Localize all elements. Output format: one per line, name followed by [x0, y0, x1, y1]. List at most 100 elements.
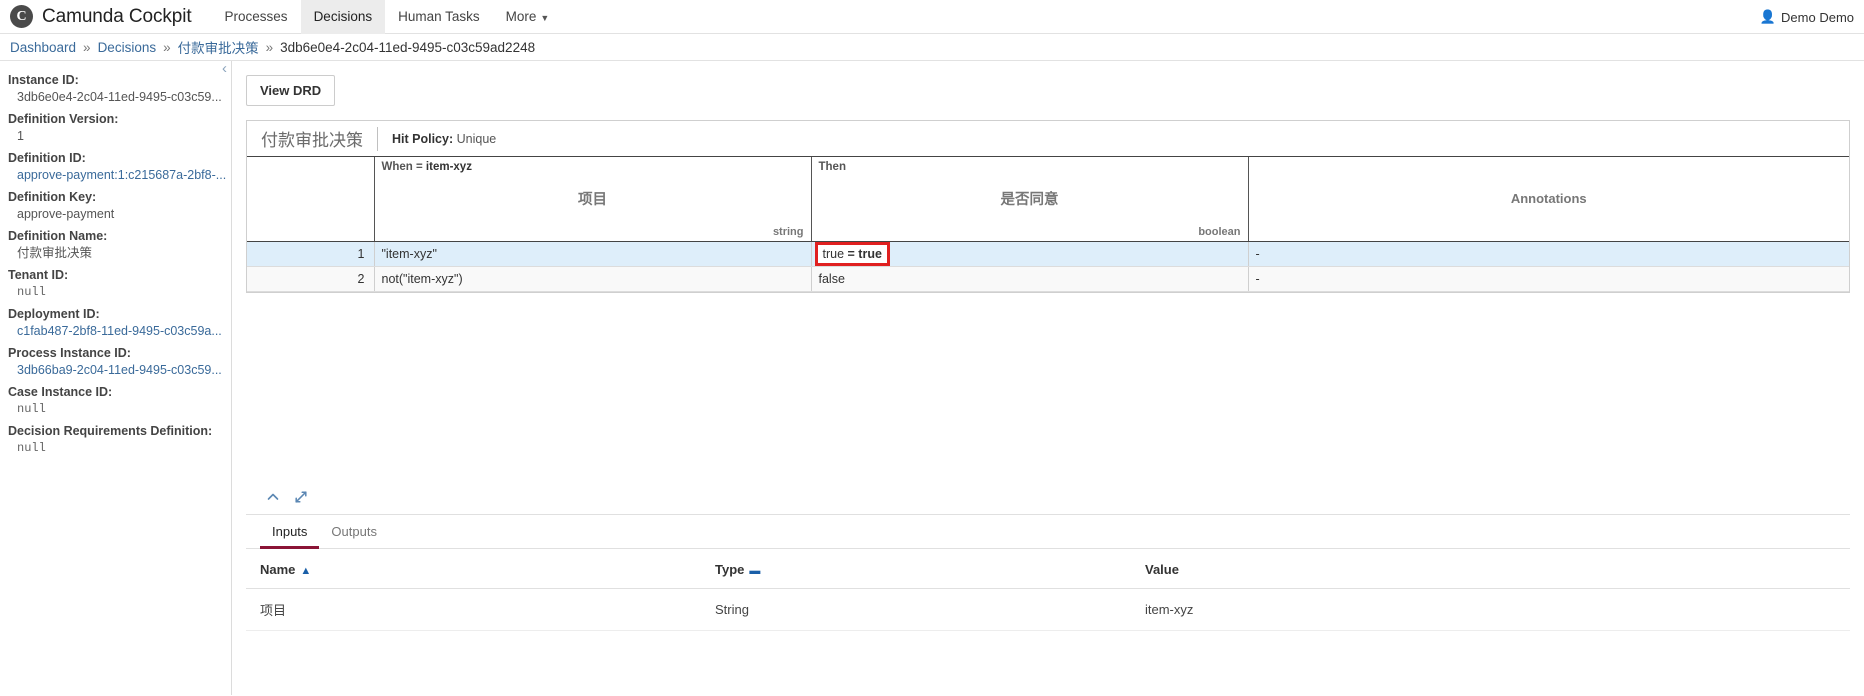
tab-inputs[interactable]: Inputs: [260, 515, 320, 550]
output-column-type: boolean: [1198, 225, 1241, 238]
user-menu[interactable]: 👤 Demo Demo: [1760, 0, 1854, 34]
column-header-type[interactable]: Type ▬: [701, 549, 1131, 590]
property-value-link[interactable]: c1fab487-2bf8-11ed-9495-c03c59a...: [8, 323, 231, 339]
input-when-label: When =: [381, 161, 423, 173]
brand[interactable]: C Camunda Cockpit: [10, 5, 192, 28]
property-label: Case Instance ID:: [8, 385, 113, 399]
property-label: Instance ID:: [8, 73, 79, 87]
primary-nav: Processes Decisions Human Tasks More ▼: [212, 0, 563, 34]
property-deployment-id: Deployment ID: c1fab487-2bf8-11ed-9495-c…: [8, 306, 231, 339]
property-label: Decision Requirements Definition:: [8, 424, 213, 438]
rule-input-cell[interactable]: not("item-xyz"): [374, 266, 812, 292]
hit-policy: Hit Policy: Unique: [378, 132, 496, 146]
property-process-instance-id: Process Instance ID: 3db66ba9-2c04-11ed-…: [8, 345, 231, 378]
property-label: Definition Version:: [8, 112, 119, 126]
property-definition-name: Definition Name: 付款审批决策: [8, 228, 231, 261]
breadcrumb-separator: »: [83, 39, 91, 55]
camunda-logo-icon: C: [10, 5, 33, 28]
input-column-title: 项目: [578, 192, 607, 209]
property-case-instance-id: Case Instance ID: null: [8, 384, 231, 417]
user-icon: 👤: [1759, 9, 1777, 24]
view-drd-button[interactable]: View DRD: [246, 75, 336, 106]
panel-toolbar: [260, 486, 1850, 508]
column-header-input[interactable]: When = item-xyz 项目 string: [374, 157, 812, 242]
nav-item-human-tasks[interactable]: Human Tasks: [385, 0, 493, 34]
nav-item-decisions[interactable]: Decisions: [300, 0, 386, 34]
rule-output-cell[interactable]: false: [811, 266, 1249, 292]
property-value: null: [17, 441, 46, 455]
inputs-table-header-row: Name ▲ Type ▬ Value: [246, 549, 1850, 590]
column-header-index: [247, 157, 375, 242]
breadcrumb-item-decisions[interactable]: Decisions: [98, 40, 157, 55]
property-instance-id: Instance ID: 3db6e0e4-2c04-11ed-9495-c03…: [8, 72, 231, 105]
rule-output-cell[interactable]: true = true: [811, 241, 1249, 267]
user-name: Demo Demo: [1781, 9, 1854, 25]
sidebar-collapse-icon[interactable]: ‹: [222, 61, 227, 76]
table-row[interactable]: 2 not("item-xyz") false -: [247, 266, 1849, 292]
decision-table: 付款审批决策 Hit Policy: Unique When = item-xy…: [246, 120, 1850, 293]
main-content: View DRD 付款审批决策 Hit Policy: Unique When …: [232, 61, 1864, 695]
breadcrumb: Dashboard » Decisions » 付款审批决策 » 3db6e0e…: [0, 34, 1864, 61]
rule-index: 1: [247, 241, 375, 267]
column-header-name-label: Name: [260, 562, 296, 578]
io-tabs: Inputs Outputs: [246, 515, 1850, 550]
chevron-up-icon[interactable]: [260, 486, 286, 508]
breadcrumb-item-dashboard[interactable]: Dashboard: [10, 40, 76, 55]
page-body: ‹ Instance ID: 3db6e0e4-2c04-11ed-9495-c…: [0, 61, 1864, 695]
expand-icon[interactable]: [288, 486, 314, 508]
property-definition-key: Definition Key: approve-payment: [8, 189, 231, 222]
column-header-annotations: Annotations: [1248, 157, 1849, 242]
property-value: 3db6e0e4-2c04-11ed-9495-c03c59...: [17, 90, 222, 104]
property-label: Definition ID:: [8, 151, 86, 165]
nav-item-processes[interactable]: Processes: [212, 0, 301, 34]
output-prefix: true: [822, 246, 848, 261]
sort-none-icon: ▬: [749, 565, 761, 578]
sort-ascending-icon: ▲: [300, 565, 312, 578]
matched-output-highlight: true = true: [814, 241, 890, 266]
property-definition-id: Definition ID: approve-payment:1:c215687…: [8, 150, 231, 183]
property-value-link[interactable]: approve-payment:1:c215687a-2bf8-...: [8, 167, 231, 183]
property-value: 付款审批决策: [17, 246, 93, 260]
nav-item-more[interactable]: More ▼: [493, 0, 563, 34]
input-variable-value: item-xyz: [1131, 588, 1850, 632]
column-header-output[interactable]: Then 是否同意 boolean: [811, 157, 1249, 242]
output-column-title: 是否同意: [1000, 192, 1059, 209]
rule-annotation-cell[interactable]: -: [1248, 241, 1849, 267]
property-label: Definition Name:: [8, 229, 108, 243]
input-expression-tag: When = item-xyz: [382, 161, 472, 173]
annotations-column-title: Annotations: [1510, 191, 1587, 207]
breadcrumb-separator: »: [265, 39, 274, 55]
table-row: 项目 String item-xyz: [246, 588, 1850, 632]
property-value: null: [17, 402, 46, 416]
decision-table-name: 付款审批决策: [247, 126, 378, 151]
input-expression-value: item-xyz: [425, 161, 472, 173]
rule-annotation-cell[interactable]: -: [1248, 266, 1849, 292]
property-label: Tenant ID:: [8, 268, 69, 282]
property-value: approve-payment: [17, 207, 115, 221]
input-column-type: string: [772, 225, 804, 238]
property-value-link[interactable]: 3db66ba9-2c04-11ed-9495-c03c59...: [8, 362, 231, 378]
inputs-table: Name ▲ Type ▬ Value 项目 String item-xyz: [246, 549, 1850, 632]
property-label: Deployment ID:: [8, 307, 100, 321]
property-tenant-id: Tenant ID: null: [8, 267, 231, 300]
io-panel: Inputs Outputs Name ▲ Type ▬ Value 项目 St…: [246, 514, 1850, 695]
decision-table-header-row: When = item-xyz 项目 string Then 是否同意 bool…: [247, 157, 1849, 242]
column-header-name[interactable]: Name ▲: [246, 549, 701, 590]
column-header-value[interactable]: Value: [1131, 549, 1850, 590]
property-value: null: [17, 285, 46, 299]
nav-item-more-label: More: [505, 8, 537, 24]
rule-input-cell[interactable]: "item-xyz": [374, 241, 812, 267]
top-navbar: C Camunda Cockpit Processes Decisions Hu…: [0, 0, 1864, 34]
table-row[interactable]: 1 "item-xyz" true = true -: [247, 241, 1849, 267]
breadcrumb-separator: »: [163, 39, 171, 55]
hit-policy-label: Hit Policy:: [392, 131, 454, 146]
property-decision-requirements-definition: Decision Requirements Definition: null: [8, 423, 231, 456]
decision-table-header: 付款审批决策 Hit Policy: Unique: [247, 121, 1849, 157]
property-definition-version: Definition Version: 1: [8, 111, 231, 144]
rule-index: 2: [247, 266, 375, 292]
decision-table-grid: When = item-xyz 项目 string Then 是否同意 bool…: [247, 157, 1849, 292]
instance-details-sidebar: ‹ Instance ID: 3db6e0e4-2c04-11ed-9495-c…: [0, 61, 232, 695]
chevron-down-icon: ▼: [540, 12, 550, 23]
breadcrumb-item-decision-name[interactable]: 付款审批决策: [178, 37, 259, 57]
tab-outputs[interactable]: Outputs: [319, 515, 389, 549]
